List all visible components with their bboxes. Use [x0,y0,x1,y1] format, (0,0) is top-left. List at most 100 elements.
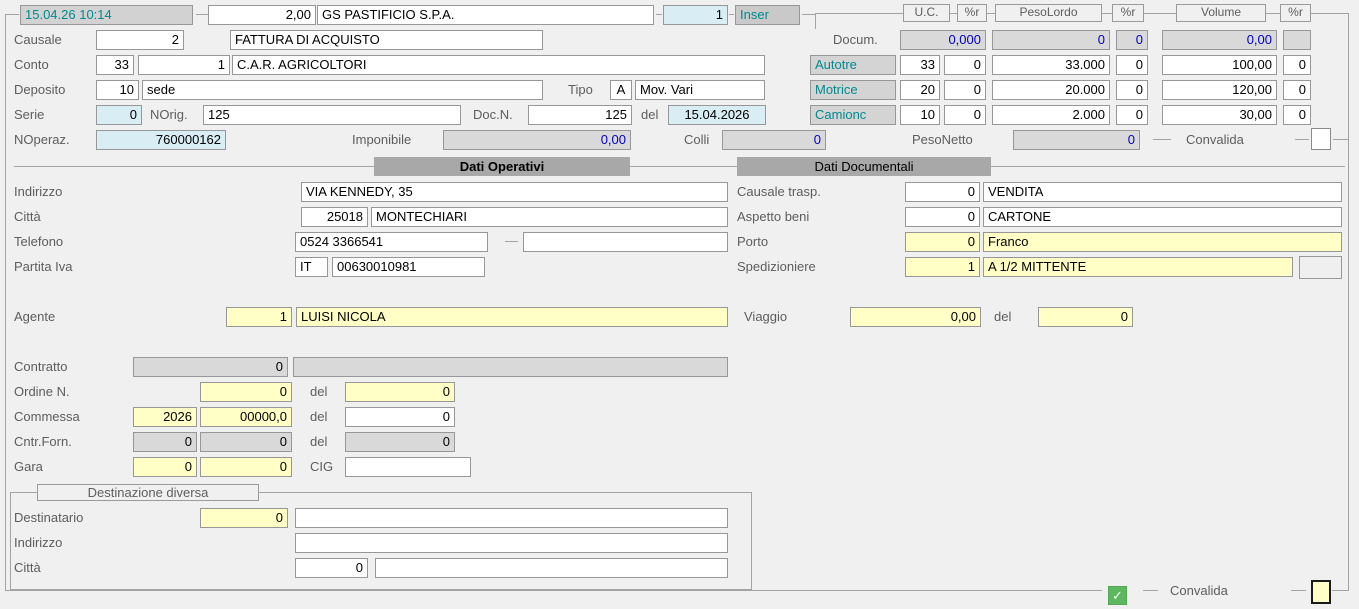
destinatario-name-field[interactable] [295,508,728,528]
viaggio-del-field[interactable]: 0 [1038,307,1133,327]
agente-name-field[interactable]: LUISI NICOLA [296,307,728,327]
convalida-check-icon[interactable]: ✓ [1108,586,1127,605]
serie-field[interactable]: 0 [96,105,142,125]
tab-dati-documentali[interactable]: Dati Documentali [737,157,991,176]
telefono-field[interactable]: 0524 3366541 [295,232,488,252]
imponibile-field: 0,00 [443,130,631,150]
norig-field[interactable]: 125 [203,105,461,125]
footer-convalida-label: Convalida [1170,581,1228,601]
causale-trasp-desc-field[interactable]: VENDITA [983,182,1342,202]
porto-desc-field[interactable]: Franco [983,232,1342,252]
camionc-pr1-field[interactable]: 0 [944,105,986,125]
noperaz-field[interactable]: 760000162 [96,130,226,150]
autotre-volume-field[interactable]: 100,00 [1162,55,1277,75]
ordine-num-field[interactable]: 0 [200,382,292,402]
gara-num1-field[interactable]: 0 [133,457,197,477]
volume-column-header: Volume [1176,4,1266,22]
camionc-pesolordo-field[interactable]: 2.000 [992,105,1110,125]
camionc-pr3-field[interactable]: 0 [1283,105,1311,125]
ordine-del-field[interactable]: 0 [345,382,455,402]
camionc-pr2-field[interactable]: 0 [1116,105,1148,125]
divider-dash [1295,139,1309,140]
convalida-label: Convalida [1186,130,1244,150]
outer-frame-bottom-segment [1332,590,1348,591]
autotre-pr1-field[interactable]: 0 [944,55,986,75]
autotre-pr2-field[interactable]: 0 [1116,55,1148,75]
truck-row-label: Motrice [810,80,896,100]
motrice-pr2-field[interactable]: 0 [1116,80,1148,100]
company-field[interactable]: GS PASTIFICIO S.P.A. [317,5,654,25]
conto-mastro-field[interactable]: 33 [96,55,134,75]
agente-code-field[interactable]: 1 [226,307,292,327]
autotre-uc-field[interactable]: 33 [900,55,940,75]
viaggio-field[interactable]: 0,00 [850,307,981,327]
motrice-uc-field[interactable]: 20 [900,80,940,100]
partita-iva-label: Partita Iva [14,257,73,277]
commessa-anno-field[interactable]: 2026 [133,407,197,427]
porto-code-field[interactable]: 0 [905,232,980,252]
motrice-volume-field[interactable]: 120,00 [1162,80,1277,100]
convalida-checkbox[interactable] [1311,128,1331,150]
dest-indirizzo-field[interactable] [295,533,728,553]
gara-num2-field[interactable]: 0 [200,457,292,477]
outer-frame-top-segment [729,14,734,15]
counter-field[interactable]: 1 [663,5,728,25]
conto-code-field[interactable]: 1 [138,55,230,75]
deposito-desc-field[interactable]: sede [142,80,543,100]
cig-field[interactable] [345,457,471,477]
piva-prefix-field[interactable]: IT [295,257,328,277]
docn-field[interactable]: 125 [528,105,632,125]
causale-trasp-code-field[interactable]: 0 [905,182,980,202]
deposito-code-field[interactable]: 10 [96,80,139,100]
pr-column-header: %r [1112,4,1144,22]
causale-desc-field[interactable]: FATTURA DI ACQUISTO [230,30,543,50]
commessa-del-field[interactable]: 0 [345,407,455,427]
commessa-num-field[interactable]: 00000,0 [200,407,292,427]
contratto-desc-field [293,357,728,377]
convalida-yellow-box[interactable] [1311,580,1331,604]
spedizioniere-desc-field[interactable]: A 1/2 MITTENTE [983,257,1293,277]
telefono2-field[interactable] [523,232,728,252]
pesonetto-field: 0 [1013,130,1140,150]
tab-dati-operativi[interactable]: Dati Operativi [374,157,630,176]
autotre-pesolordo-field[interactable]: 33.000 [992,55,1110,75]
quantity-field[interactable]: 2,00 [208,5,316,25]
dest-citta-code-field[interactable]: 0 [295,558,368,578]
docum-row-label: Docum. [833,30,878,50]
docum-pr-field: 0 [1116,30,1148,50]
dest-citta-field[interactable] [375,558,728,578]
camionc-volume-field[interactable]: 30,00 [1162,105,1277,125]
causale-code-field[interactable]: 2 [96,30,184,50]
uc-column-header: U.C. [903,4,950,22]
docum-volume-field: 0,00 [1162,30,1277,50]
indirizzo-field[interactable]: VIA KENNEDY, 35 [301,182,728,202]
aspetto-beni-code-field[interactable]: 0 [905,207,980,227]
destinatario-code-field[interactable]: 0 [200,508,288,528]
spedizioniere-code-field[interactable]: 1 [905,257,980,277]
motrice-pr3-field[interactable]: 0 [1283,80,1311,100]
docum-pesolordo-field: 0 [992,30,1110,50]
dest-citta-label: Città [14,558,41,578]
causale-label: Causale [14,30,62,50]
commessa-del-label: del [310,407,327,427]
cntrforn-del-field: 0 [345,432,455,452]
motrice-pr1-field[interactable]: 0 [944,80,986,100]
outer-frame-left [5,14,6,590]
doc-date-field[interactable]: 15.04.2026 [668,105,766,125]
dest-indirizzo-label: Indirizzo [14,533,62,553]
cap-field[interactable]: 25018 [301,207,368,227]
insert-mode-button[interactable]: Inser [735,5,800,25]
motrice-pesolordo-field[interactable]: 20.000 [992,80,1110,100]
aspetto-beni-desc-field[interactable]: CARTONE [983,207,1342,227]
tipo-field[interactable]: A [610,80,632,100]
contratto-num-field: 0 [133,357,288,377]
piva-field[interactable]: 00630010981 [332,257,485,277]
divider-dash [1333,139,1348,140]
citta-field[interactable]: MONTECHIARI [371,207,728,227]
camionc-uc-field[interactable]: 10 [900,105,940,125]
outer-frame-top-segment [5,14,19,15]
conto-desc-field[interactable]: C.A.R. AGRICOLTORI [232,55,765,75]
movimento-field[interactable]: Mov. Vari [635,80,765,100]
autotre-pr3-field[interactable]: 0 [1283,55,1311,75]
tipo-label: Tipo [568,80,593,100]
